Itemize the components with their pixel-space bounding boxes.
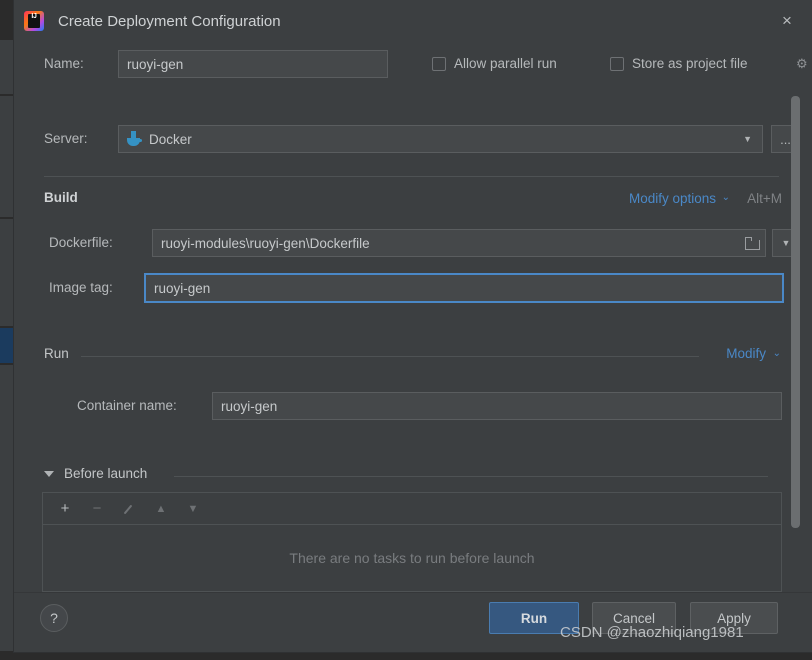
intellij-idea-logo-icon: IJ: [24, 11, 44, 31]
before-launch-toolbar: + − ▲ ▼: [43, 493, 781, 525]
checkbox-box[interactable]: [610, 56, 624, 71]
store-as-project-file-label: Store as project file: [632, 56, 748, 71]
docker-icon: [125, 131, 143, 147]
allow-parallel-run-checkbox[interactable]: Allow parallel run: [432, 56, 557, 71]
run-modify-link[interactable]: Modify: [726, 346, 766, 361]
chevron-down-icon[interactable]: ⌄: [773, 348, 781, 359]
server-combobox[interactable]: Docker ▼: [118, 125, 763, 153]
edit-task-button: [116, 497, 142, 521]
pencil-icon: [123, 503, 135, 515]
section-divider: [44, 176, 779, 177]
cancel-button[interactable]: Cancel: [592, 602, 676, 634]
modify-options-shortcut: Alt+M: [747, 191, 782, 206]
gear-icon[interactable]: ⚙: [796, 56, 812, 72]
folder-icon[interactable]: [745, 236, 761, 250]
vertical-scrollbar-thumb[interactable]: [791, 96, 800, 528]
server-label: Server:: [44, 131, 88, 146]
logo-text: IJ: [31, 13, 37, 20]
create-deployment-configuration-dialog: IJ Create Deployment Configuration × Nam…: [14, 0, 812, 652]
run-section-header: Run Modify ⌄: [44, 346, 782, 366]
image-tag-input[interactable]: ruoyi-gen: [144, 273, 784, 303]
close-icon[interactable]: ×: [776, 10, 798, 32]
name-label: Name:: [44, 56, 84, 71]
chevron-down-icon[interactable]: ⌄: [722, 192, 730, 203]
server-value: Docker: [149, 131, 192, 147]
before-launch-empty-message: There are no tasks to run before launch: [289, 550, 535, 566]
move-up-button: ▲: [155, 502, 167, 515]
dialog-footer: ? Run Cancel Apply: [14, 592, 812, 652]
help-button[interactable]: ?: [40, 604, 68, 632]
move-down-button: ▼: [187, 502, 199, 515]
container-name-label: Container name:: [77, 398, 177, 413]
name-input[interactable]: ruoyi-gen: [118, 50, 388, 78]
before-launch-divider: [174, 476, 768, 477]
dockerfile-label: Dockerfile:: [49, 235, 113, 250]
add-task-button[interactable]: +: [52, 497, 78, 521]
image-tag-label: Image tag:: [49, 280, 113, 295]
run-title: Run: [44, 346, 69, 361]
allow-parallel-run-label: Allow parallel run: [454, 56, 557, 71]
name-row: Name: ruoyi-gen Allow parallel run Store…: [32, 50, 808, 80]
image-tag-row: Image tag: ruoyi-gen: [32, 273, 792, 303]
bg-status-bar: [0, 652, 812, 660]
server-row: Server: Docker ▼ ...: [32, 125, 800, 155]
dialog-title-bar: IJ Create Deployment Configuration ×: [14, 0, 812, 42]
dialog-title: Create Deployment Configuration: [58, 12, 281, 30]
build-section-header: Build Modify options ⌄ Alt+M: [44, 190, 782, 210]
modify-options-link[interactable]: Modify options: [629, 191, 716, 206]
remove-task-button: −: [92, 500, 102, 517]
collapse-triangle-icon[interactable]: [44, 471, 54, 477]
apply-button[interactable]: Apply: [690, 602, 778, 634]
chevron-down-icon[interactable]: ▼: [743, 134, 754, 144]
store-as-project-file-checkbox[interactable]: Store as project file: [610, 56, 748, 71]
before-launch-title: Before launch: [64, 466, 148, 481]
checkbox-box[interactable]: [432, 56, 446, 71]
before-launch-header: Before launch: [44, 466, 782, 486]
run-button[interactable]: Run: [489, 602, 579, 634]
dockerfile-value: ruoyi-modules\ruoyi-gen\Dockerfile: [161, 235, 370, 251]
run-divider: [81, 356, 699, 357]
dockerfile-input[interactable]: ruoyi-modules\ruoyi-gen\Dockerfile: [152, 229, 766, 257]
dockerfile-row: Dockerfile: ruoyi-modules\ruoyi-gen\Dock…: [32, 229, 800, 257]
container-name-row: Container name: ruoyi-gen: [32, 392, 792, 420]
build-title: Build: [44, 190, 78, 205]
before-launch-panel: + − ▲ ▼ There are no tasks to run before…: [42, 492, 782, 592]
container-name-input[interactable]: ruoyi-gen: [212, 392, 782, 420]
